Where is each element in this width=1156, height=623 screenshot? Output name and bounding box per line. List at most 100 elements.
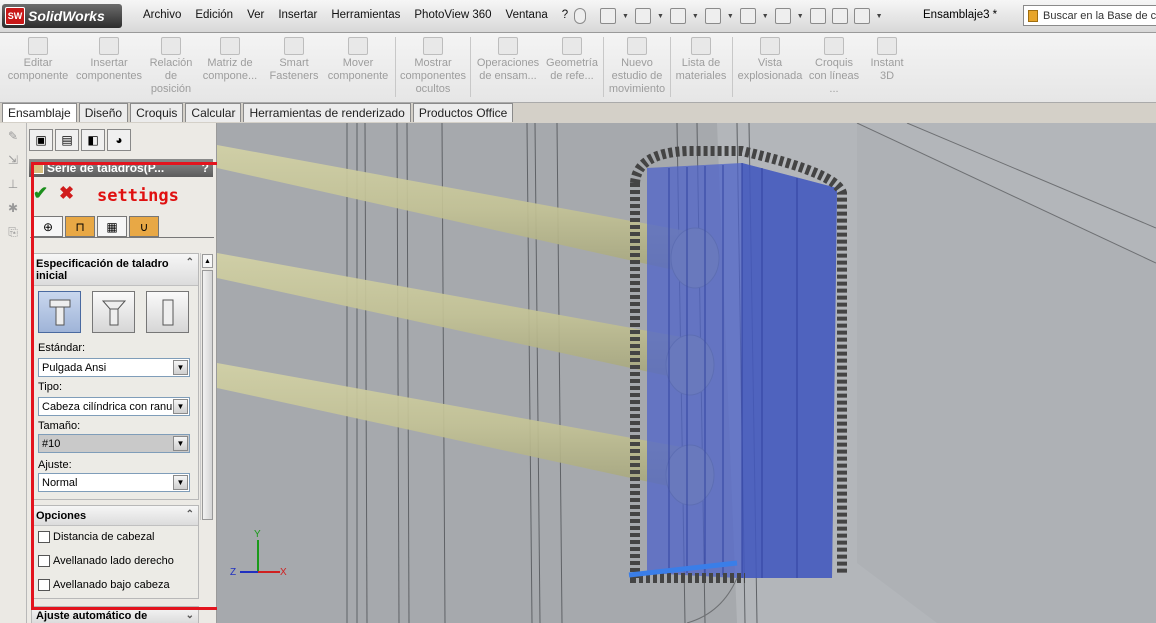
vista-explosionada-button[interactable]: Vista explosionada <box>736 37 804 83</box>
menu-edicion[interactable]: Edición <box>188 9 240 21</box>
counterbore-button[interactable] <box>38 291 81 333</box>
estudio-movimiento-button[interactable]: Nuevo estudio de movimiento <box>606 37 668 96</box>
property-manager-tab-icon[interactable]: ▤ <box>55 129 79 151</box>
auto-fit-heading: Ajuste automático de <box>36 610 148 622</box>
position-step-icon[interactable]: ⊕ <box>33 216 63 237</box>
motion-study-icon <box>627 37 647 55</box>
file-properties-icon[interactable] <box>831 8 848 24</box>
sketch-lines-icon <box>824 37 844 55</box>
pm-scrollbar[interactable]: ▲ <box>200 253 214 520</box>
feature-tree-tab-icon[interactable]: ▣ <box>29 129 53 151</box>
print-icon[interactable] <box>704 8 721 24</box>
snap-tool-icon[interactable]: ✱ <box>4 201 22 219</box>
pattern-icon <box>220 37 240 55</box>
scroll-thumb[interactable] <box>202 270 213 520</box>
search-input[interactable]: Buscar en la Base de c <box>1023 5 1156 26</box>
undo-icon[interactable] <box>739 8 756 24</box>
fasteners-icon <box>284 37 304 55</box>
matriz-componentes-button[interactable]: Matriz de compone... <box>200 37 260 83</box>
instant-3d-button[interactable]: Instant 3D <box>862 37 912 83</box>
type-select[interactable]: Cabeza cilíndrica con ranura ▼ <box>38 397 190 416</box>
checkbox-avellanado-bajo-cabeza[interactable]: Avellanado bajo cabeza <box>38 579 170 591</box>
graphics-area[interactable] <box>217 123 1156 623</box>
appearance-tab-icon[interactable]: ◕ <box>107 129 131 151</box>
tab-calcular[interactable]: Calcular <box>185 103 242 122</box>
options-group: Opciones ⌃ Distancia de cabezal Avellana… <box>31 505 199 599</box>
croquis-lineas-button[interactable]: Croquis con líneas ... <box>808 37 860 96</box>
lista-materiales-button[interactable]: Lista de materiales <box>672 37 730 83</box>
sketch-tool-icon[interactable]: ✎ <box>4 129 22 147</box>
save-icon[interactable] <box>669 8 686 24</box>
knowledge-base-icon <box>1028 9 1038 22</box>
configuration-tab-icon[interactable]: ◧ <box>81 129 105 151</box>
menu-ventana[interactable]: Ventana <box>499 9 555 21</box>
mirror-tool-icon[interactable]: ⎘ <box>4 225 22 243</box>
help-button[interactable]: ? <box>202 161 209 175</box>
menu-photoview[interactable]: PhotoView 360 <box>407 9 498 21</box>
solidworks-logo[interactable]: SW SolidWorks <box>2 4 122 28</box>
menu-herramientas[interactable]: Herramientas <box>324 9 407 21</box>
fit-label: Ajuste: <box>38 459 72 471</box>
rebuild-icon[interactable] <box>809 8 826 24</box>
pin-icon[interactable] <box>574 7 586 25</box>
mover-componente-button[interactable]: Mover componente <box>324 37 392 83</box>
checkbox-avellanado-derecho[interactable]: Avellanado lado derecho <box>38 555 174 567</box>
dimension-tool-icon[interactable]: ⇲ <box>4 153 22 171</box>
simple-hole-button[interactable] <box>146 291 189 333</box>
collapse-icon[interactable]: ⌃ <box>186 257 194 269</box>
tab-diseno[interactable]: Diseño <box>78 103 129 122</box>
checkbox-distancia-cabezal[interactable]: Distancia de cabezal <box>38 531 155 543</box>
hole-series-icon <box>32 162 44 174</box>
middle-part-step-icon[interactable]: ▦ <box>97 216 127 237</box>
command-manager: Editar componente Insertar componentes R… <box>0 33 1156 103</box>
brand-name: SolidWorks <box>28 8 105 24</box>
countersink-button[interactable] <box>92 291 135 333</box>
options-icon[interactable] <box>853 8 870 24</box>
last-part-step-icon[interactable]: ∪ <box>129 216 159 237</box>
size-select[interactable]: #10 ▼ <box>38 434 190 453</box>
editar-componente-button[interactable]: Editar componente <box>4 37 72 83</box>
assembly-features-icon <box>498 37 518 55</box>
insertar-componentes-button[interactable]: Insertar componentes <box>74 37 144 83</box>
ok-button[interactable]: ✔ <box>33 183 48 204</box>
menu-archivo[interactable]: Archivo <box>136 9 188 21</box>
tab-renderizado[interactable]: Herramientas de renderizado <box>243 103 411 122</box>
fit-select[interactable]: Normal ▼ <box>38 473 190 492</box>
tab-ensamblaje[interactable]: Ensamblaje <box>2 103 77 122</box>
select-icon[interactable] <box>774 8 791 24</box>
menu-insertar[interactable]: Insertar <box>271 9 324 21</box>
collapse-icon[interactable]: ⌃ <box>186 509 194 521</box>
scroll-up-icon[interactable]: ▲ <box>202 254 213 268</box>
new-document-icon[interactable] <box>600 8 616 24</box>
mostrar-ocultos-button[interactable]: Mostrar componentes ocultos <box>400 37 466 96</box>
axis-z-label: Z <box>230 567 237 578</box>
chevron-down-icon: ▼ <box>173 399 188 414</box>
relacion-posicion-button[interactable]: Relación de posición <box>146 37 196 96</box>
first-part-step-icon[interactable]: ⊓ <box>65 216 95 237</box>
menu-help[interactable]: ? <box>555 9 575 21</box>
auto-fit-header[interactable]: Ajuste automático de ⌄ <box>32 607 198 623</box>
geometria-referencia-button[interactable]: Geometría de refe... <box>544 37 600 83</box>
cancel-button[interactable]: ✖ <box>59 183 74 204</box>
collapse-icon[interactable]: ⌄ <box>186 610 194 622</box>
edit-component-icon <box>28 37 48 55</box>
relations-tool-icon[interactable]: ⊥ <box>4 177 22 195</box>
open-icon[interactable] <box>634 8 651 24</box>
tab-croquis[interactable]: Croquis <box>130 103 184 122</box>
tab-productos-office[interactable]: Productos Office <box>412 103 514 122</box>
operaciones-ensamblaje-button[interactable]: Operaciones de ensam... <box>474 37 542 83</box>
bom-icon <box>691 37 711 55</box>
options-header[interactable]: Opciones ⌃ <box>32 506 198 526</box>
menu-ver[interactable]: Ver <box>240 9 271 21</box>
document-title: Ensamblaje3 * <box>923 9 998 21</box>
simple-hole-icon <box>162 299 173 326</box>
tool-strip: ✎ ⇲ ⊥ ✱ ⎘ <box>0 123 27 623</box>
auto-fit-group: Ajuste automático de ⌄ <box>31 606 199 623</box>
pm-title-bar: Serie de taladros(P... ? <box>29 159 213 177</box>
model-render <box>217 123 1156 623</box>
divider <box>30 237 214 238</box>
smart-fasteners-button[interactable]: Smart Fasteners <box>266 37 322 83</box>
standard-select[interactable]: Pulgada Ansi ▼ <box>38 358 190 377</box>
initial-spec-header[interactable]: Especificación de taladro inicial ⌃ <box>32 254 198 286</box>
ribbon-divider <box>470 37 471 97</box>
